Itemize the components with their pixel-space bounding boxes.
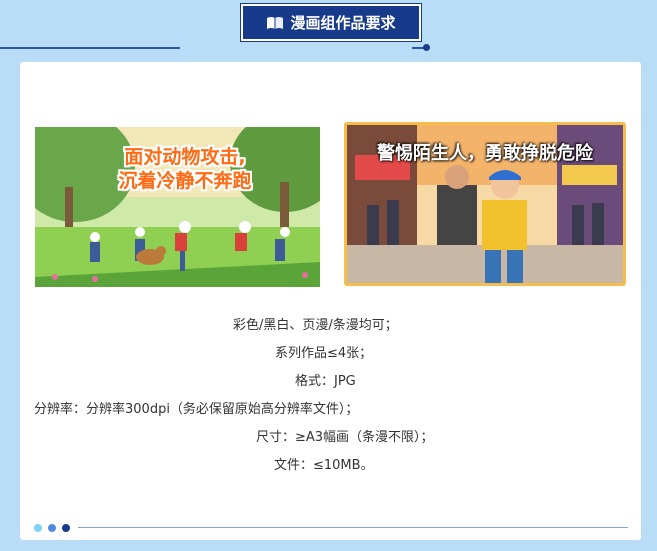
dot-light: [34, 524, 42, 532]
header-line-left: [0, 47, 180, 49]
image-caption: 面对动物攻击, 沉着冷静不奔跑: [105, 145, 265, 193]
decorative-dots: [34, 524, 70, 532]
requirement-resolution: 分辨率：分辨率300dpi（务必保留原始高分辨率文件）；: [34, 402, 359, 417]
comic-image-stranger: 警惕陌生人，勇敢挣脱危险: [344, 122, 626, 286]
requirement-format: 格式：JPG: [295, 374, 356, 389]
section-title: 漫画组作品要求: [290, 14, 396, 32]
content-card: 面对动物攻击, 沉着冷静不奔跑 警惕陌生人，勇敢挣脱危险 彩色/黑白、页漫/条漫…: [20, 62, 641, 540]
header-dot: [423, 44, 430, 51]
image-caption: 警惕陌生人，勇敢挣脱危险: [377, 143, 593, 164]
requirement-color: 彩色/黑白、页漫/条漫均可；: [233, 318, 398, 333]
requirement-count: 系列作品≤4张；: [275, 346, 373, 361]
caption-line-1: 面对动物攻击,: [124, 146, 246, 168]
requirement-size: 尺寸：≥A3幅画（条漫不限）；: [256, 430, 434, 445]
dot-dark: [62, 524, 70, 532]
footer-divider: [78, 527, 628, 528]
caption-line-2: 沉着冷静不奔跑: [118, 170, 252, 192]
comic-image-animal: 面对动物攻击, 沉着冷静不奔跑: [35, 127, 320, 287]
section-title-badge: 漫画组作品要求: [241, 4, 421, 41]
book-icon: [266, 16, 284, 30]
dot-medium: [48, 524, 56, 532]
requirement-filesize: 文件：≤10MB。: [274, 458, 374, 473]
